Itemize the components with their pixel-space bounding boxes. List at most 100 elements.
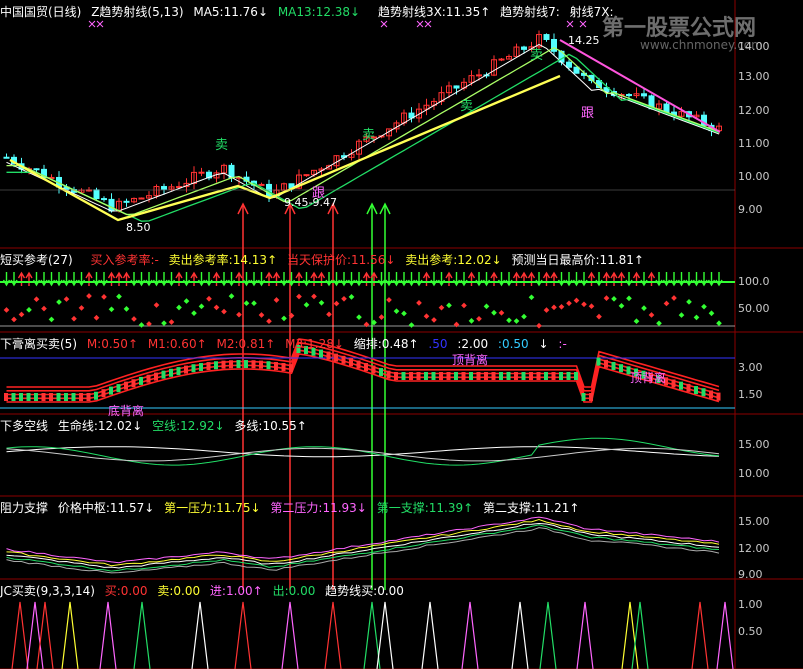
dot-marker <box>528 294 535 301</box>
short-panel-title[interactable]: 短买参考(27) <box>0 253 73 267</box>
main-indicator-0[interactable]: Z趋势射线(5,13) <box>91 5 183 19</box>
dot-marker <box>348 294 355 300</box>
signal-arrow-icon <box>415 272 423 287</box>
signal-arrow-icon <box>362 271 371 286</box>
paste-band <box>6 353 720 403</box>
paste-bar <box>184 365 188 374</box>
dot-marker <box>468 318 475 324</box>
signal-arrow-icon <box>377 272 386 287</box>
paste-bar <box>356 360 361 369</box>
short-item-4: 预测当日最高价:11.81↑ <box>511 253 644 267</box>
signal-arrow-icon <box>670 272 678 287</box>
signal-arrow-icon <box>482 272 491 287</box>
signal-arrow-icon <box>490 271 498 286</box>
dot-marker <box>243 300 250 307</box>
dot-marker <box>161 320 167 327</box>
jc-panel-title[interactable]: JC买卖(9,3,3,14) <box>0 584 95 598</box>
paste-bar <box>251 360 256 369</box>
signal-arrow-icon <box>640 272 648 287</box>
main-indicator-2[interactable]: MA13:12.38↓ <box>278 5 360 19</box>
duokong-item-1: 空线:12.92↓ <box>152 419 225 433</box>
signal-arrow-icon <box>175 271 183 286</box>
signal-arrow-icon <box>190 271 198 286</box>
paste-bar <box>199 363 203 372</box>
main-indicator-4[interactable]: 趋势射线7: <box>500 5 560 19</box>
dot-marker <box>26 306 32 313</box>
signal-arrow-icon <box>100 272 108 287</box>
duokong-panel-title[interactable]: 下多空线 <box>0 419 48 433</box>
paste-item-8: ↓ <box>538 337 549 351</box>
paste-bar <box>604 359 608 368</box>
support-line <box>6 524 720 572</box>
support-axis-tick: 12.00 <box>738 542 770 555</box>
jc-signal-triangle <box>133 601 151 669</box>
paste-panel-title[interactable]: 下膏离买卖(5) <box>0 337 77 351</box>
support-item-3: 第一支撑:11.39↑ <box>376 501 474 515</box>
dot-marker <box>296 293 302 300</box>
paste-bar <box>64 393 68 401</box>
paste-bar <box>574 372 578 380</box>
paste-bar <box>551 372 556 380</box>
dot-marker <box>363 321 370 328</box>
signal-arrow-icon <box>385 272 393 287</box>
signal-arrow-icon <box>662 272 671 287</box>
signal-arrow-icon <box>347 272 356 287</box>
candle-body <box>161 186 167 190</box>
signal-arrow-icon <box>235 271 243 286</box>
dot-marker <box>386 297 392 303</box>
cross-marker-icon <box>424 20 432 28</box>
signal-arrow-icon <box>62 272 71 287</box>
paste-bar <box>49 393 53 401</box>
paste-bar <box>386 370 391 379</box>
dot-marker <box>671 295 677 301</box>
signal-arrow-icon <box>557 272 566 287</box>
signal-arrow-icon <box>520 271 528 286</box>
jc-signal-triangle <box>61 601 79 669</box>
signal-arrow-icon <box>137 272 146 287</box>
dot-marker <box>281 315 287 322</box>
signal-arrow-icon <box>205 272 213 287</box>
dot-marker <box>401 310 407 317</box>
signal-arrow-icon <box>85 271 93 286</box>
dot-marker <box>341 295 347 302</box>
support-item-1: 第一压力:11.75↓ <box>164 501 261 515</box>
dot-marker <box>138 322 145 328</box>
jc-signal-triangle <box>11 601 29 669</box>
main-indicator-3[interactable]: 趋势射线3X:11.35↑ <box>378 5 490 19</box>
signal-arrow-icon <box>115 271 123 286</box>
signal-arrow-icon <box>550 271 558 286</box>
short-item-1: 卖出参考率:14.13↑ <box>168 253 278 267</box>
dot-marker <box>536 322 542 329</box>
signal-arrow-icon <box>2 272 11 287</box>
jc-signal-triangle <box>99 601 117 669</box>
paste-item-1: M1:0.60↑ <box>147 337 207 351</box>
dot-marker <box>123 306 130 312</box>
dot-marker <box>446 302 452 309</box>
main-indicator-1[interactable]: MA5:11.76↓ <box>193 5 268 19</box>
signal-arrow-icon <box>580 272 588 287</box>
support-item-4: 第二支撑:11.21↑ <box>482 501 580 515</box>
support-panel-title[interactable]: 阻力支撑 <box>0 501 48 515</box>
dot-marker <box>168 319 175 325</box>
candle-body <box>198 171 205 174</box>
paste-bar <box>589 393 593 401</box>
paste-bar <box>484 372 488 380</box>
short-item-3: 卖出参考:12.02↓ <box>405 253 502 267</box>
signal-arrow-icon <box>692 272 701 287</box>
signal-arrow-icon <box>407 272 416 287</box>
dot-marker <box>378 314 385 320</box>
top-divergence-label: 顶背离 <box>630 371 667 385</box>
dot-marker <box>303 302 310 308</box>
paste-bar <box>686 383 691 392</box>
support-item-0: 价格中枢:11.57↓ <box>57 501 155 515</box>
paste-bar <box>499 372 503 380</box>
dot-marker <box>573 297 580 304</box>
paste-bar <box>19 393 23 401</box>
stock-chart-canvas[interactable] <box>0 0 803 669</box>
signal-arrow-icon <box>280 272 288 287</box>
support-panel-header: 阻力支撑 价格中枢:11.57↓ 第一压力:11.75↓ 第二压力:11.93↓… <box>0 500 585 516</box>
dot-marker <box>551 304 557 311</box>
paste-bar <box>491 372 496 380</box>
paste-bar <box>409 372 413 380</box>
dot-marker <box>183 298 190 304</box>
